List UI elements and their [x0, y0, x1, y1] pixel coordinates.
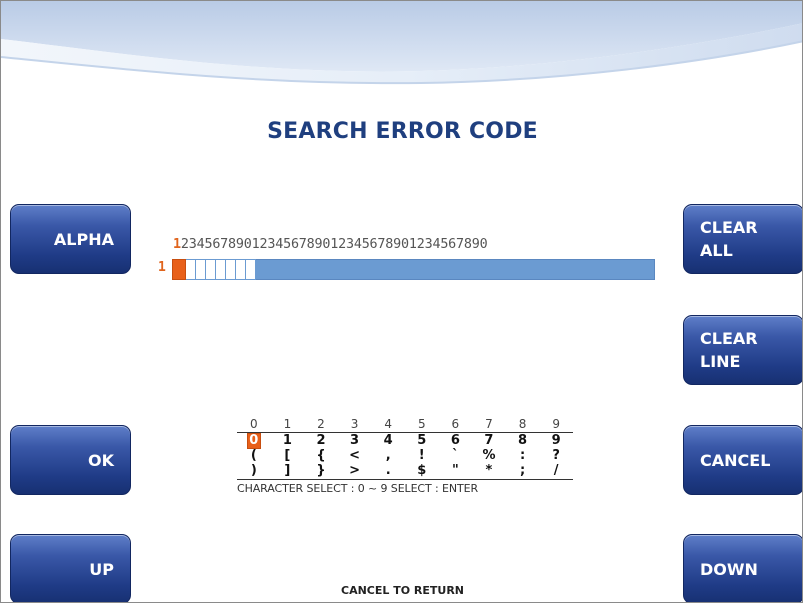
cancel-button-label: CANCEL [700, 450, 771, 470]
character-option[interactable]: 7 [472, 433, 506, 449]
character-option[interactable]: % [472, 448, 506, 463]
clear-line-button[interactable]: CLEAR LINE [683, 315, 802, 385]
ruler-cursor-digit: 1 [173, 237, 181, 252]
character-select-header-row: 0123456789 [237, 417, 573, 433]
character-option[interactable]: ; [506, 463, 540, 478]
character-option[interactable]: . [371, 463, 405, 478]
input-cells [172, 259, 256, 280]
character-select-panel: 0 1 2 3 4 5 6 7 8 9 0 1 2 3 4 5 6 7 8 9([{<,! `%:?)]} >. $ " *; /… [237, 417, 579, 495]
ok-button-label: OK [88, 450, 114, 470]
character-row: )]} >. $ " *; / [237, 463, 573, 478]
character-option[interactable]: 3 [338, 433, 372, 449]
column-index: 5 [404, 417, 439, 433]
character-option[interactable]: ` [439, 448, 473, 463]
cancel-to-return-message: CANCEL TO RETURN [341, 584, 464, 597]
character-option[interactable]: : [506, 448, 540, 463]
alpha-button-label: ALPHA [53, 229, 114, 249]
input-cell [246, 259, 256, 280]
character-option[interactable]: * [472, 463, 506, 478]
page-title: SEARCH ERROR CODE [267, 119, 538, 144]
character-option[interactable]: ( [237, 448, 271, 463]
ruler-digits: 234567890123456789012345678901234567890 [180, 237, 488, 252]
character-option[interactable]: 8 [506, 433, 540, 449]
ok-button[interactable]: OK [10, 425, 131, 495]
header-wave-decoration [1, 1, 802, 85]
character-select-hint: CHARACTER SELECT : 0 ~ 9 SELECT : ENTER [237, 482, 479, 495]
clear-all-button[interactable]: CLEAR ALL [683, 204, 802, 274]
column-index: 7 [472, 417, 506, 433]
column-index: 2 [304, 417, 338, 433]
input-cell [196, 259, 206, 280]
column-ruler: 1234567890123456789012345678901234567890 [173, 237, 488, 252]
character-option[interactable]: " [439, 463, 473, 478]
character-row: ([{<,! `%:? [237, 448, 573, 463]
column-index: 9 [539, 417, 573, 433]
character-option[interactable]: $ [405, 463, 439, 478]
up-button-label: UP [89, 559, 114, 579]
selected-character: 0 [246, 433, 261, 449]
atm-screen: SEARCH ERROR CODE ALPHA OK UP CLEAR ALL … [0, 0, 803, 603]
clear-all-button-label: CLEAR ALL [700, 218, 758, 260]
character-option[interactable]: 9 [539, 433, 573, 449]
character-option[interactable]: > [338, 463, 372, 478]
cancel-button[interactable]: CANCEL [683, 425, 802, 495]
character-option[interactable]: 4 [371, 433, 405, 449]
column-index: 6 [438, 417, 473, 433]
character-option[interactable]: ) [237, 463, 271, 478]
column-index: 8 [505, 417, 540, 433]
character-option[interactable]: 6 [439, 433, 473, 449]
character-option[interactable]: 0 [237, 433, 271, 449]
character-option[interactable]: 5 [405, 433, 439, 449]
input-cell [216, 259, 226, 280]
divider [237, 479, 573, 480]
character-select-table: 0 1 2 3 4 5 6 7 8 9 0 1 2 3 4 5 6 7 8 9([{<,! `%:?)]} >. $ " *; / [237, 417, 573, 478]
column-index: 3 [337, 417, 372, 433]
column-index: 4 [371, 417, 405, 433]
character-row: 0123456789 [237, 433, 573, 449]
input-cell [226, 259, 236, 280]
character-option[interactable]: } [304, 463, 338, 478]
character-option[interactable]: / [539, 463, 573, 478]
clear-line-button-label: CLEAR LINE [700, 329, 758, 371]
input-cell [186, 259, 196, 280]
column-index: 1 [270, 417, 305, 433]
character-option[interactable]: < [338, 448, 372, 463]
input-cursor [172, 259, 186, 280]
column-index: 0 [237, 417, 271, 433]
input-cell [206, 259, 216, 280]
character-option[interactable]: ] [271, 463, 305, 478]
line-number: 1 [158, 260, 166, 275]
character-option[interactable]: { [304, 448, 338, 463]
character-option[interactable]: [ [271, 448, 305, 463]
down-button-label: DOWN [700, 559, 758, 579]
character-option[interactable]: ? [539, 448, 573, 463]
alpha-button[interactable]: ALPHA [10, 204, 131, 274]
character-option[interactable]: 2 [304, 433, 338, 449]
input-cell [236, 259, 246, 280]
character-option[interactable]: , [371, 448, 405, 463]
character-option[interactable]: ! [405, 448, 439, 463]
character-option[interactable]: 1 [271, 433, 305, 449]
